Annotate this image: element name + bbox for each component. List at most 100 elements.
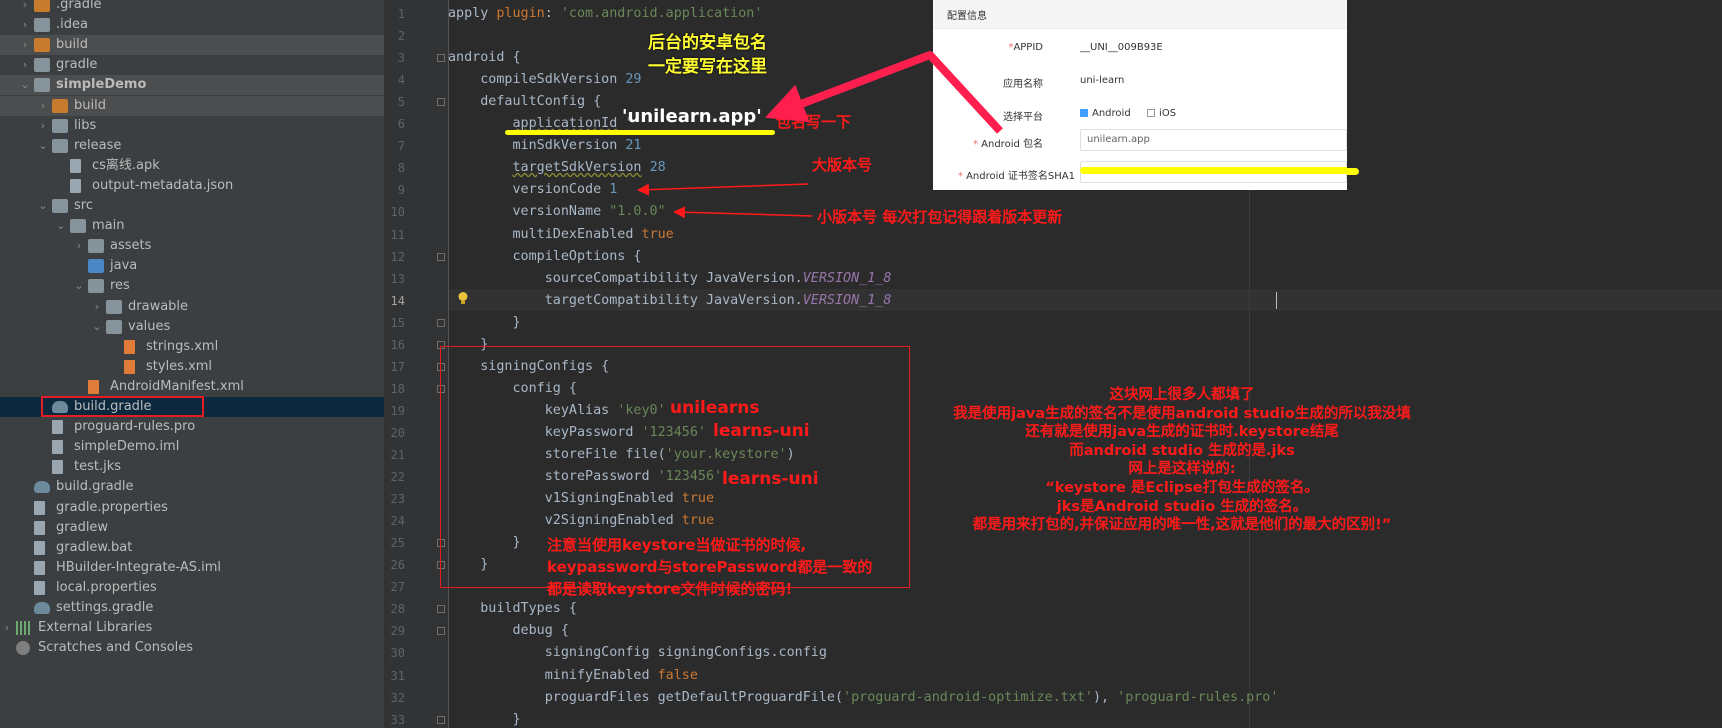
line-number: 22: [390, 470, 405, 485]
tree-item[interactable]: settings.gradle: [0, 598, 384, 618]
code-line[interactable]: compileSdkVersion 29: [448, 69, 641, 91]
tree-item[interactable]: gradle.properties: [0, 498, 384, 518]
tree-item[interactable]: › build: [0, 95, 384, 116]
gradle-icon: [34, 481, 50, 494]
tree-item[interactable]: AndroidManifest.xml: [0, 377, 384, 397]
apk-file-icon: [70, 158, 81, 173]
code-line[interactable]: compileOptions {: [448, 246, 641, 268]
chevron-down-icon[interactable]: ⌄: [36, 136, 50, 156]
code-line[interactable]: signingConfig signingConfigs.config: [448, 642, 827, 664]
package-name-input[interactable]: unilearn.app: [1080, 129, 1347, 151]
chevron-right-icon[interactable]: ›: [18, 15, 32, 35]
tree-item[interactable]: build.gradle: [0, 477, 384, 497]
tree-item[interactable]: simpleDemo.iml: [0, 437, 384, 457]
tree-item[interactable]: java: [0, 256, 384, 276]
code-line[interactable]: versionCode 1: [448, 179, 617, 201]
line-number: 15: [390, 315, 405, 330]
fold-marker-icon[interactable]: [437, 605, 445, 614]
tree-item[interactable]: gradlew.bat: [0, 538, 384, 558]
tree-item[interactable]: Scratches and Consoles: [0, 638, 384, 658]
fold-marker-icon[interactable]: [437, 715, 445, 724]
chevron-down-icon[interactable]: ⌄: [54, 216, 68, 236]
tree-item[interactable]: cs离线.apk: [0, 156, 384, 176]
gradle-icon: [34, 602, 50, 614]
code-line[interactable]: multiDexEnabled true: [448, 224, 673, 246]
fold-marker-icon[interactable]: [437, 54, 445, 63]
tree-item[interactable]: › drawable: [0, 297, 384, 317]
tree-item[interactable]: proguard-rules.pro: [0, 417, 384, 437]
chevron-right-icon[interactable]: ›: [72, 236, 86, 256]
line-number: 32: [390, 690, 405, 705]
chevron-right-icon[interactable]: ›: [36, 96, 50, 116]
android-checkbox[interactable]: [1080, 109, 1088, 117]
tree-item[interactable]: › gradle: [0, 55, 384, 75]
tree-item[interactable]: › External Libraries: [0, 618, 384, 638]
chevron-down-icon[interactable]: ⌄: [72, 276, 86, 296]
chevron-right-icon[interactable]: ›: [36, 116, 50, 136]
code-line[interactable]: buildTypes {: [448, 598, 577, 620]
line-number: 9: [397, 183, 405, 198]
chevron-right-icon[interactable]: ›: [0, 618, 14, 638]
code-line[interactable]: defaultConfig {: [448, 91, 601, 113]
tree-item[interactable]: styles.xml: [0, 357, 384, 377]
line-number: 7: [397, 139, 405, 154]
tree-item[interactable]: › .gradle: [0, 0, 384, 15]
code-line[interactable]: versionName "1.0.0": [448, 201, 665, 223]
chevron-right-icon[interactable]: ›: [90, 297, 104, 317]
chevron-down-icon[interactable]: ⌄: [90, 317, 104, 337]
chevron-right-icon[interactable]: ›: [18, 55, 32, 75]
xml-file-icon: [124, 359, 135, 374]
tree-item[interactable]: HBuilder-Integrate-AS.iml: [0, 558, 384, 578]
minor-version-note: 小版本号 每次打包记得跟着版本更新: [817, 208, 1063, 226]
code-line[interactable]: apply plugin: 'com.android.application': [448, 3, 762, 25]
fold-marker-icon[interactable]: [437, 627, 445, 636]
tree-item[interactable]: test.jks: [0, 457, 384, 477]
tree-item[interactable]: ⌄ simpleDemo: [0, 75, 384, 96]
tree-item[interactable]: output-metadata.json: [0, 176, 384, 196]
chevron-down-icon[interactable]: ⌄: [18, 75, 32, 95]
code-line[interactable]: }: [448, 312, 520, 334]
tree-item[interactable]: ⌄ src: [0, 196, 384, 216]
code-line[interactable]: minSdkVersion 21: [448, 135, 641, 157]
chevron-right-icon[interactable]: ›: [18, 0, 32, 15]
folder-icon: [34, 38, 50, 53]
tree-item[interactable]: local.properties: [0, 578, 384, 598]
tree-item-label: gradlew.bat: [56, 539, 133, 555]
appid-label: *APPID: [1008, 42, 1043, 53]
code-line[interactable]: minifyEnabled false: [448, 665, 698, 687]
code-line[interactable]: android {: [448, 47, 521, 69]
line-number: 2: [397, 29, 405, 44]
alias-value-note: unilearns: [670, 398, 760, 418]
chevron-right-icon[interactable]: ›: [18, 35, 32, 55]
xml-file-icon: [124, 339, 135, 354]
tree-item-label: simpleDemo: [56, 77, 147, 93]
tree-item[interactable]: strings.xml: [0, 337, 384, 357]
tree-item[interactable]: gradlew: [0, 518, 384, 538]
package-name-label: * Android 包名: [972, 139, 1043, 150]
code-line[interactable]: targetSdkVersion 28: [448, 157, 666, 179]
tree-item[interactable]: ⌄ res: [0, 276, 384, 296]
tree-item-label: gradle.properties: [56, 499, 168, 515]
tree-item[interactable]: ⌄ main: [0, 216, 384, 236]
code-line[interactable]: debug {: [448, 620, 568, 642]
tree-item[interactable]: › build: [0, 35, 384, 56]
tree-item-label: build: [56, 37, 88, 53]
code-line[interactable]: proguardFiles getDefaultProguardFile('pr…: [448, 687, 1279, 709]
tree-item[interactable]: › assets: [0, 236, 384, 256]
tree-item[interactable]: ⌄ release: [0, 136, 384, 156]
code-line[interactable]: }: [448, 709, 520, 728]
tree-item[interactable]: › .idea: [0, 15, 384, 35]
code-line[interactable]: sourceCompatibility JavaVersion.VERSION_…: [448, 268, 892, 290]
line-number: 24: [390, 514, 405, 529]
code-line[interactable]: targetCompatibility JavaVersion.VERSION_…: [448, 290, 892, 312]
chevron-down-icon[interactable]: ⌄: [36, 196, 50, 216]
platform-options: Android iOS: [1080, 108, 1176, 119]
tree-item[interactable]: ⌄ values: [0, 317, 384, 337]
tree-item-label: output-metadata.json: [92, 177, 234, 193]
ios-checkbox[interactable]: [1147, 109, 1156, 117]
fold-marker-icon[interactable]: [437, 252, 445, 261]
fold-marker-icon[interactable]: [437, 98, 445, 107]
fold-marker-icon[interactable]: [437, 318, 445, 327]
tree-item[interactable]: › libs: [0, 116, 384, 136]
lightbulb-icon[interactable]: [457, 291, 469, 306]
